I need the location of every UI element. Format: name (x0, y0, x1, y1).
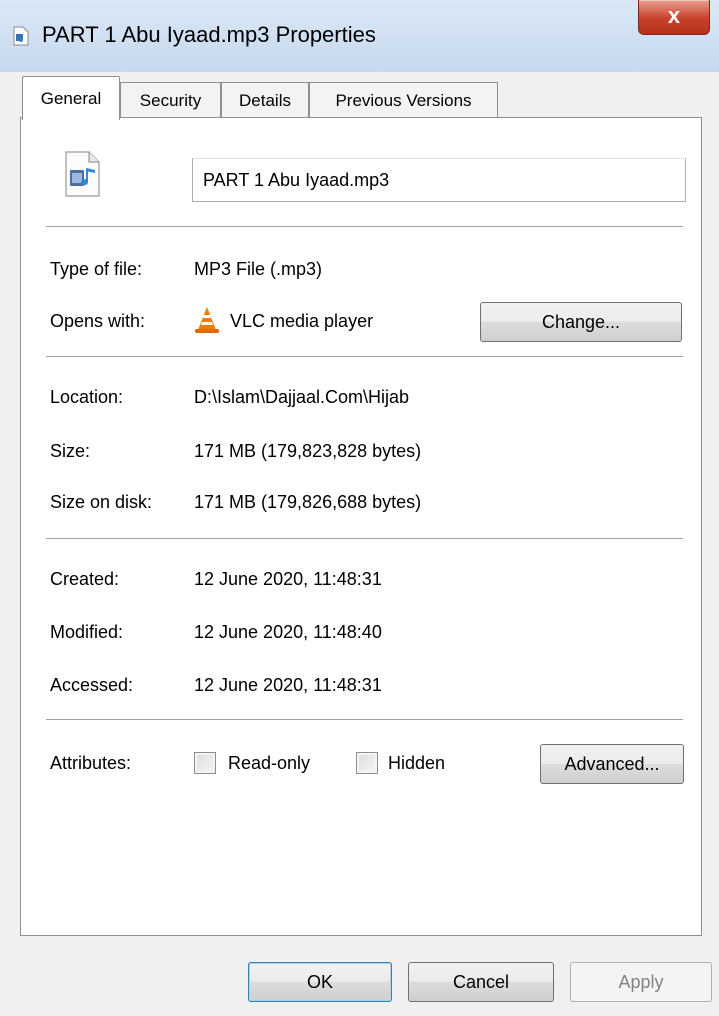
modified-label: Modified: (50, 622, 124, 642)
apply-button[interactable]: Apply (570, 962, 712, 1002)
opens-with-value: VLC media player (230, 311, 374, 331)
created-label: Created: (50, 569, 120, 589)
accessed-value: 12 June 2020, 11:48:31 (194, 675, 382, 695)
file-name-input[interactable] (192, 158, 686, 202)
close-button[interactable]: x (638, 0, 710, 35)
cancel-button[interactable]: Cancel (408, 962, 554, 1002)
tab-general-label: General (40, 89, 102, 108)
window-title: PART 1 Abu Iyaad.mp3 Properties (42, 22, 376, 47)
size-label: Size: (50, 441, 91, 461)
read-only-label[interactable]: Read-only (228, 752, 310, 774)
accessed-label: Accessed: (50, 675, 134, 695)
ok-button[interactable]: OK (248, 962, 392, 1002)
general-panel (20, 117, 702, 936)
size-on-disk-value: 171 MB (179,826,688 bytes) (194, 492, 422, 512)
audio-file-icon (13, 26, 29, 46)
separator (46, 719, 683, 721)
separator (46, 226, 683, 228)
tab-details[interactable]: Details (221, 82, 309, 118)
location-label: Location: (50, 387, 124, 407)
vlc-icon (195, 307, 219, 333)
location-value: D:\Islam\Dajjaal.Com\Hijab (194, 387, 410, 407)
size-on-disk-label: Size on disk: (50, 492, 153, 512)
separator (46, 356, 683, 358)
close-icon: x (667, 3, 681, 28)
tab-security-label: Security (139, 91, 202, 110)
size-value: 171 MB (179,823,828 bytes) (194, 441, 422, 461)
tab-details-label: Details (239, 91, 291, 110)
read-only-checkbox[interactable] (194, 752, 216, 774)
type-of-file-label: Type of file: (50, 259, 143, 279)
separator (46, 538, 683, 540)
tab-general[interactable]: General (22, 76, 120, 120)
attributes-label: Attributes: (50, 753, 132, 773)
hidden-checkbox[interactable] (356, 752, 378, 774)
hidden-label[interactable]: Hidden (388, 752, 445, 774)
mp3-file-icon (65, 151, 100, 197)
advanced-button[interactable]: Advanced... (540, 744, 684, 784)
created-value: 12 June 2020, 11:48:31 (194, 569, 382, 589)
tab-security[interactable]: Security (120, 82, 221, 118)
tab-previous-versions[interactable]: Previous Versions (309, 82, 498, 118)
modified-value: 12 June 2020, 11:48:40 (194, 622, 382, 642)
change-button[interactable]: Change... (480, 302, 682, 342)
opens-with-label: Opens with: (50, 311, 146, 331)
tab-previous-versions-label: Previous Versions (335, 91, 472, 110)
title-bar[interactable]: PART 1 Abu Iyaad.mp3 Properties x (0, 0, 719, 72)
type-of-file-value: MP3 File (.mp3) (194, 259, 323, 279)
